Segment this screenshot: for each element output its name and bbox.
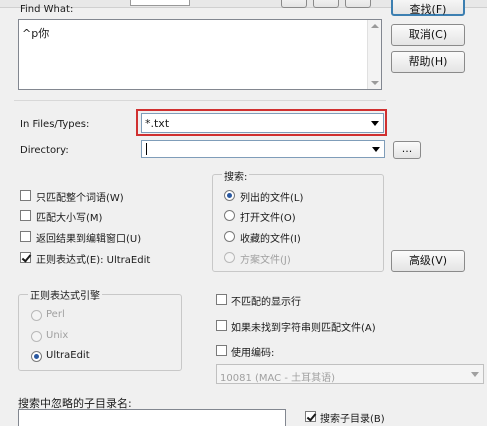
toolbar-button-1[interactable] bbox=[281, 0, 307, 8]
toolbar-tab-fragment bbox=[130, 0, 190, 6]
regex-checkbox[interactable] bbox=[20, 252, 31, 263]
regex-engine-group-title: 正则表达式引擎 bbox=[28, 287, 102, 302]
directory-combobox[interactable] bbox=[141, 140, 385, 158]
output-to-edit-window-label[interactable]: 返回结果到编辑窗口(U) bbox=[36, 230, 141, 245]
text-caret bbox=[146, 143, 147, 155]
engine-ultraedit-label[interactable]: UltraEdit bbox=[46, 350, 90, 361]
engine-unix-label[interactable]: Unix bbox=[46, 330, 68, 341]
find-what-scrollbar[interactable] bbox=[367, 20, 381, 89]
use-encoding-checkbox[interactable] bbox=[216, 345, 227, 356]
cancel-button[interactable]: 取消(C) bbox=[391, 24, 465, 46]
directory-dropdown-icon[interactable] bbox=[372, 147, 380, 152]
regex-engine-group bbox=[18, 294, 182, 371]
search-project-files-radio[interactable] bbox=[224, 252, 235, 263]
search-favorite-files-radio[interactable] bbox=[224, 231, 235, 242]
help-button[interactable]: 帮助(H) bbox=[391, 51, 465, 73]
directory-label: Directory: bbox=[20, 145, 69, 156]
search-project-files-label[interactable]: 方案文件(J) bbox=[240, 251, 291, 266]
use-encoding-label[interactable]: 使用编码: bbox=[231, 344, 274, 359]
search-subdirs-checkbox[interactable] bbox=[305, 411, 316, 422]
output-to-edit-window-checkbox[interactable] bbox=[20, 231, 31, 242]
search-favorite-files-label[interactable]: 收藏的文件(I) bbox=[240, 230, 301, 245]
match-case-checkbox[interactable] bbox=[20, 210, 31, 221]
in-files-label: In Files/Types: bbox=[20, 119, 90, 130]
ignore-subdirs-input[interactable] bbox=[18, 409, 286, 426]
non-matching-lines-checkbox[interactable] bbox=[216, 294, 227, 305]
toolbar-button-3[interactable] bbox=[345, 0, 371, 8]
match-if-not-found-label[interactable]: 如果未找到字符串则匹配文件(A) bbox=[231, 319, 376, 334]
encoding-value: 10081 (MAC - 土耳其语) bbox=[220, 373, 336, 384]
search-listed-files-radio[interactable] bbox=[224, 190, 235, 201]
in-files-value: *.txt bbox=[145, 117, 170, 130]
find-what-label: Find What: bbox=[20, 4, 74, 15]
encoding-combobox[interactable]: 10081 (MAC - 土耳其语) bbox=[216, 364, 484, 384]
search-open-files-radio[interactable] bbox=[224, 210, 235, 221]
search-listed-files-label[interactable]: 列出的文件(L) bbox=[240, 189, 303, 204]
advanced-button[interactable]: 高级(V) bbox=[391, 250, 465, 272]
match-whole-word-checkbox[interactable] bbox=[20, 190, 31, 201]
match-whole-word-label[interactable]: 只匹配整个词语(W) bbox=[36, 189, 124, 204]
scroll-up-arrow-icon[interactable] bbox=[371, 24, 379, 28]
encoding-dropdown-icon[interactable] bbox=[471, 372, 479, 377]
engine-ultraedit-radio[interactable] bbox=[31, 351, 42, 362]
find-button[interactable]: 查找(F) bbox=[391, 0, 465, 16]
toolbar-button-2[interactable] bbox=[313, 0, 339, 8]
match-if-not-found-checkbox[interactable] bbox=[216, 320, 227, 331]
engine-unix-radio[interactable] bbox=[31, 331, 42, 342]
non-matching-lines-label[interactable]: 不匹配的显示行 bbox=[231, 293, 301, 308]
regex-label[interactable]: 正则表达式(E): UltraEdit bbox=[36, 251, 150, 266]
separator-line bbox=[14, 100, 386, 101]
engine-perl-label[interactable]: Perl bbox=[46, 309, 65, 320]
engine-perl-radio[interactable] bbox=[31, 310, 42, 321]
search-subdirs-label[interactable]: 搜索子目录(B) bbox=[320, 410, 385, 425]
match-case-label[interactable]: 匹配大小写(M) bbox=[36, 209, 102, 224]
find-what-textarea[interactable]: ^p你 bbox=[18, 19, 382, 90]
in-files-combobox[interactable]: *.txt bbox=[141, 113, 384, 133]
find-what-value: ^p你 bbox=[22, 27, 50, 40]
in-files-dropdown-icon[interactable] bbox=[371, 121, 379, 126]
browse-button[interactable]: ... bbox=[393, 141, 421, 159]
search-open-files-label[interactable]: 打开文件(O) bbox=[240, 209, 296, 224]
search-group-title: 搜索: bbox=[222, 168, 250, 183]
scroll-down-arrow-icon[interactable] bbox=[371, 81, 379, 85]
